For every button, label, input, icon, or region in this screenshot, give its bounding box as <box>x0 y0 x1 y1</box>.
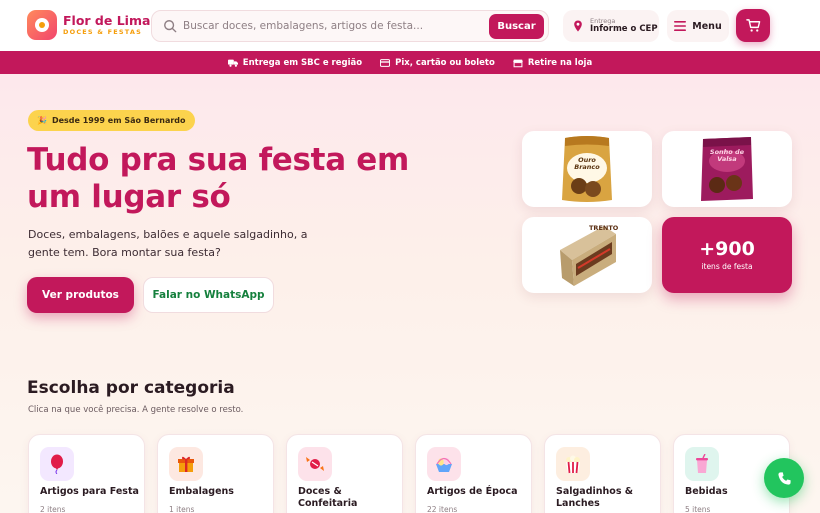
search-icon <box>164 20 177 33</box>
category-count: 22 itens <box>427 505 458 513</box>
search-button[interactable]: Buscar <box>489 14 544 39</box>
product-card-ouro-branco[interactable]: Ouro Branco <box>522 131 652 207</box>
category-name: Artigos de Época <box>427 486 518 497</box>
brand-name: Flor de Lima <box>63 12 151 28</box>
info-payment-label: Pix, cartão ou boleto <box>395 57 495 68</box>
easter-basket-icon <box>427 447 461 481</box>
cart-icon <box>745 19 760 32</box>
category-count: 5 itens <box>685 505 711 513</box>
items-count-label: itens de festa <box>701 262 753 272</box>
product-card-sonho-de-valsa[interactable]: Sonho de Valsa <box>662 131 792 207</box>
hero-description: Doces, embalagens, balões e aquele salga… <box>28 228 308 259</box>
info-pickup: Retire na loja <box>512 57 593 68</box>
search-input[interactable] <box>183 20 483 32</box>
info-payment: Pix, cartão ou boleto <box>380 58 495 68</box>
since-badge-label: Desde 1999 em São Bernardo <box>51 116 186 125</box>
category-name: Salgadinhos & Lanches <box>556 486 634 509</box>
info-bar: Entrega em SBC e região Pix, cartão ou b… <box>0 51 820 74</box>
search-bar: Buscar <box>151 10 549 42</box>
balloon-icon <box>40 447 74 481</box>
delivery-cep-button[interactable]: Entrega Informe o CEP <box>563 10 659 42</box>
delivery-cep: Informe o CEP <box>590 23 658 34</box>
cart-button[interactable] <box>736 9 770 42</box>
popcorn-icon <box>556 447 590 481</box>
whatsapp-button[interactable]: Falar no WhatsApp <box>143 277 274 313</box>
info-pickup-label: Retire na loja <box>527 57 593 68</box>
map-pin-icon <box>574 20 582 32</box>
party-popper-icon: 🎉 <box>37 116 47 125</box>
sonho-de-valsa-package-image <box>701 137 753 201</box>
hamburger-icon <box>674 21 687 31</box>
category-count: 2 itens <box>40 505 66 513</box>
candy-icon <box>298 447 332 481</box>
category-card-embalagens[interactable]: Embalagens 1 itens <box>157 434 274 513</box>
category-name: Artigos para Festa <box>40 486 139 497</box>
truck-icon <box>227 59 238 67</box>
header: Flor de Lima DOCES & FESTAS Buscar Entre… <box>0 0 820 51</box>
trento-label: TRENTO <box>589 224 619 232</box>
info-delivery-label: Entrega em SBC e região <box>242 57 363 68</box>
category-card-doces-confeitaria[interactable]: Doces & Confeitaria <box>286 434 403 513</box>
category-card-artigos-para-festa[interactable]: Artigos para Festa 2 itens <box>28 434 145 513</box>
items-count-value: +900 <box>699 237 755 260</box>
categories-title: Escolha por categoria <box>27 378 235 398</box>
flower-icon <box>27 10 57 40</box>
card-icon <box>380 58 391 67</box>
view-products-button[interactable]: Ver produtos <box>27 277 134 313</box>
sonho-de-valsa-label: Sonho de Valsa <box>709 148 745 163</box>
brand-tagline: DOCES & FESTAS <box>63 28 143 36</box>
phone-icon <box>777 471 791 485</box>
product-card-trento[interactable]: TRENTO <box>522 217 652 293</box>
category-count: 1 itens <box>169 505 195 513</box>
menu-label: Menu <box>692 20 722 32</box>
ouro-branco-label: Ouro Branco <box>574 156 600 171</box>
category-card-salgadinhos-lanches[interactable]: Salgadinhos & Lanches <box>544 434 661 513</box>
store-icon <box>512 59 523 67</box>
menu-button[interactable]: Menu <box>667 10 729 42</box>
info-delivery: Entrega em SBC e região <box>227 57 363 68</box>
hero-title: Tudo pra sua festa em um lugar só <box>27 142 410 215</box>
drink-icon <box>685 447 719 481</box>
gift-icon <box>169 447 203 481</box>
items-count-card: +900 itens de festa <box>662 217 792 293</box>
category-name: Embalagens <box>169 486 234 497</box>
category-name: Doces & Confeitaria <box>298 486 358 509</box>
brand-logo[interactable]: Flor de Lima DOCES & FESTAS <box>27 10 150 40</box>
floating-whatsapp-button[interactable] <box>764 458 804 498</box>
categories-subtitle: Clica na que você precisa. A gente resol… <box>28 405 244 415</box>
category-card-artigos-de-epoca[interactable]: Artigos de Época 22 itens <box>415 434 532 513</box>
since-badge: 🎉 Desde 1999 em São Bernardo <box>28 110 195 131</box>
